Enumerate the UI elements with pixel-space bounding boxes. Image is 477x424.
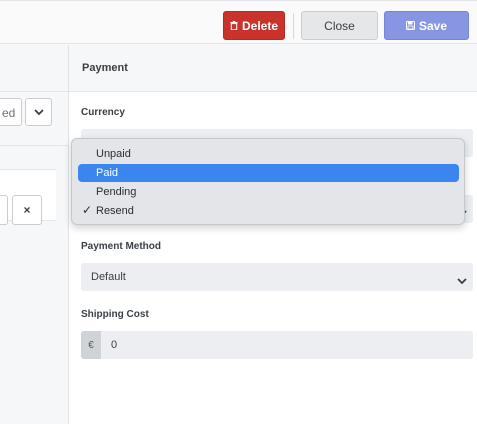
- dropdown-option-resend[interactable]: ✓ Resend: [78, 202, 459, 220]
- chevron-down-icon: [33, 103, 44, 121]
- payment-panel-header: Payment: [69, 45, 477, 92]
- payment-method-select[interactable]: Default: [81, 263, 473, 291]
- save-button[interactable]: Save: [384, 11, 469, 40]
- payment-status-dropdown: Unpaid Paid Pending ✓ Resend: [71, 138, 465, 225]
- panel-title: Payment: [82, 62, 128, 74]
- delete-label: Delete: [241, 18, 279, 33]
- toolbar-divider: [293, 13, 294, 39]
- shipping-cost-label: Shipping Cost: [81, 309, 149, 320]
- left-panel-header: [0, 45, 68, 92]
- trash-icon: [230, 19, 238, 33]
- payment-method-value: Default: [91, 271, 126, 283]
- payment-method-label: Payment Method: [81, 241, 162, 252]
- chevron-down-icon: [457, 272, 467, 290]
- floppy-disk-icon: [405, 19, 415, 33]
- dropdown-option-paid[interactable]: Paid: [78, 164, 459, 182]
- status-select[interactable]: ed: [0, 98, 22, 126]
- close-icon: ×: [23, 203, 31, 217]
- dropdown-option-pending[interactable]: Pending: [78, 183, 459, 201]
- save-label: Save: [418, 18, 448, 33]
- currency-label: Currency: [81, 107, 125, 118]
- shipping-cost-input[interactable]: € 0: [81, 331, 473, 359]
- close-button[interactable]: Close: [301, 11, 378, 40]
- toolbar: Delete Close Save: [0, 0, 477, 44]
- divider: [0, 145, 68, 146]
- close-label: Close: [324, 18, 355, 33]
- payment-panel: Payment Currency Payment Method Default …: [68, 45, 477, 424]
- checkmark-icon: ✓: [82, 203, 93, 217]
- left-panel: ed ×: [0, 45, 68, 424]
- dropdown-option-unpaid[interactable]: Unpaid: [78, 145, 459, 163]
- shipping-cost-value: 0: [111, 339, 118, 351]
- delete-button[interactable]: Delete: [223, 11, 285, 40]
- status-select-toggle[interactable]: [25, 98, 52, 126]
- euro-icon: €: [81, 331, 101, 359]
- item-action-button[interactable]: [0, 195, 8, 225]
- remove-item-button[interactable]: ×: [12, 195, 42, 225]
